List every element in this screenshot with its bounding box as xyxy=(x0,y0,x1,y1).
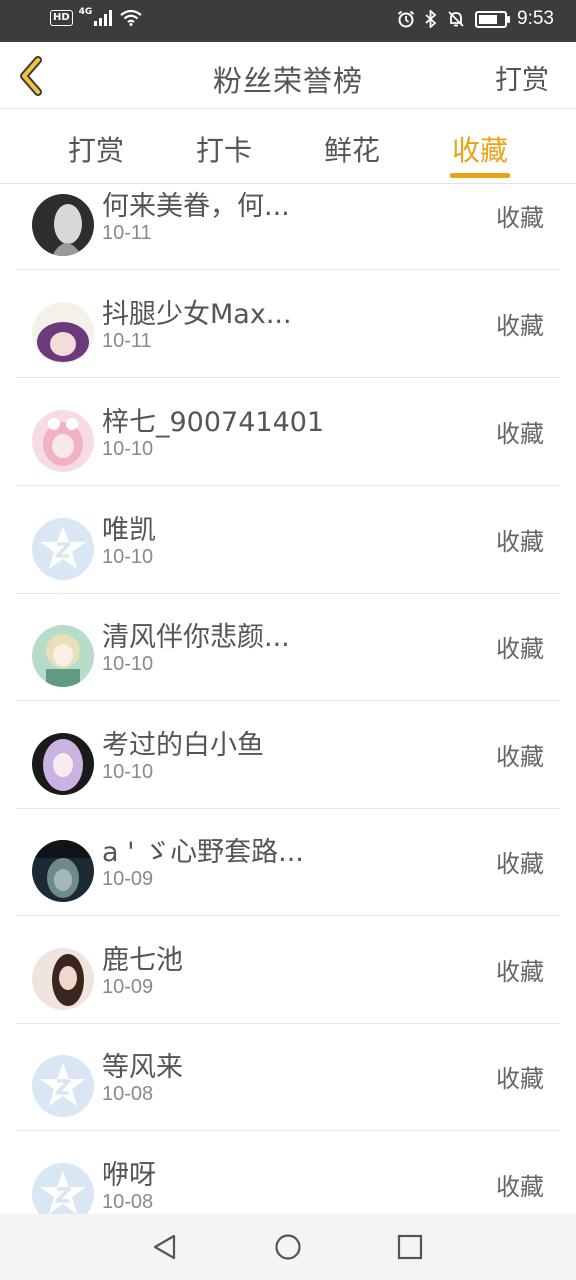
avatar xyxy=(32,1163,94,1214)
tab-reward[interactable]: 打赏 xyxy=(46,129,146,169)
item-type: 收藏 xyxy=(496,743,544,771)
item-type: 收藏 xyxy=(496,312,544,340)
item-date: 10-11 xyxy=(102,222,152,244)
battery-fill xyxy=(479,14,498,24)
list-item[interactable]: 咿呀 10-08 收藏 xyxy=(16,1131,560,1214)
nav-recents-icon[interactable] xyxy=(395,1232,425,1262)
item-date: 10-08 xyxy=(102,1083,154,1105)
tab-favorites[interactable]: 收藏 xyxy=(430,129,530,169)
list-item[interactable]: 清风伴你悲颜... 10-10 收藏 xyxy=(16,593,560,701)
bluetooth-icon xyxy=(425,10,437,28)
item-date: 10-10 xyxy=(102,653,154,675)
user-name: 等风来 xyxy=(102,1052,183,1083)
nav-back-icon[interactable] xyxy=(150,1232,180,1262)
item-date: 10-10 xyxy=(102,546,154,568)
list-item[interactable]: 等风来 10-08 收藏 xyxy=(16,1023,560,1131)
list-item[interactable]: a ' ゞ心野套路... 10-09 收藏 xyxy=(16,808,560,916)
item-type: 收藏 xyxy=(496,635,544,663)
page-title: 粉丝荣誉榜 xyxy=(212,64,363,98)
item-type: 收藏 xyxy=(496,204,544,232)
tab-checkin[interactable]: 打卡 xyxy=(174,129,274,169)
item-date: 10-08 xyxy=(102,1191,154,1213)
user-name: 抖腿少女Max... xyxy=(102,299,292,330)
alarm-icon xyxy=(397,10,415,28)
network-type: 4G xyxy=(78,7,93,17)
mute-icon xyxy=(448,11,464,27)
list-item[interactable]: 考过的白小鱼 10-10 收藏 xyxy=(16,701,560,809)
fan-list: 何来美眷，何... 10-11 收藏 抖腿少女Max... 10-11 收藏 梓… xyxy=(0,184,576,1214)
tab-bar: 打赏 打卡 鲜花 收藏 xyxy=(0,109,576,184)
list-item[interactable]: 何来美眷，何... 10-11 收藏 xyxy=(16,184,560,270)
list-item[interactable]: 鹿七池 10-09 收藏 xyxy=(16,916,560,1024)
clock: 9:53 xyxy=(517,8,554,29)
user-name: 梓七_900741401 xyxy=(102,407,325,438)
user-name: 鹿七池 xyxy=(102,945,183,976)
list-item[interactable]: 抖腿少女Max... 10-11 收藏 xyxy=(16,270,560,378)
item-date: 10-09 xyxy=(102,976,154,998)
item-type: 收藏 xyxy=(496,420,544,448)
item-date: 10-09 xyxy=(102,868,154,890)
active-tab-indicator xyxy=(450,173,510,178)
user-name: a ' ゞ心野套路... xyxy=(102,837,304,868)
user-name: 咿呀 xyxy=(102,1160,156,1191)
item-date: 10-10 xyxy=(102,438,154,460)
item-type: 收藏 xyxy=(496,1065,544,1093)
avatar xyxy=(32,1055,94,1117)
avatar xyxy=(32,302,94,364)
reward-button[interactable]: 打赏 xyxy=(495,58,549,97)
avatar xyxy=(32,733,94,795)
avatar xyxy=(32,948,94,1010)
item-date: 10-11 xyxy=(102,330,152,352)
wifi-icon xyxy=(120,10,143,26)
battery-icon xyxy=(475,10,511,28)
avatar xyxy=(32,840,94,902)
avatar xyxy=(32,410,94,472)
avatar xyxy=(32,518,94,580)
header: 粉丝荣誉榜 打赏 xyxy=(0,42,576,109)
user-name: 唯凯 xyxy=(102,515,156,546)
item-type: 收藏 xyxy=(496,958,544,986)
hd-badge: HD xyxy=(50,10,73,26)
item-date: 10-10 xyxy=(102,761,154,783)
item-type: 收藏 xyxy=(496,1173,544,1201)
signal-icon xyxy=(94,10,113,26)
user-name: 何来美眷，何... xyxy=(102,191,290,222)
item-type: 收藏 xyxy=(496,528,544,556)
system-nav-bar xyxy=(0,1214,576,1280)
status-right: 9:53 xyxy=(397,8,554,30)
avatar xyxy=(32,625,94,687)
avatar xyxy=(32,194,94,256)
nav-home-icon[interactable] xyxy=(273,1232,303,1262)
list-item[interactable]: 梓七_900741401 10-10 收藏 xyxy=(16,378,560,486)
item-type: 收藏 xyxy=(496,850,544,878)
list-item[interactable]: 唯凯 10-10 收藏 xyxy=(16,486,560,594)
status-bar: HD 4G 9:53 xyxy=(0,0,576,42)
tab-flowers[interactable]: 鲜花 xyxy=(302,129,402,169)
user-name: 考过的白小鱼 xyxy=(102,730,264,761)
status-left: HD 4G xyxy=(50,7,143,26)
user-name: 清风伴你悲颜... xyxy=(102,622,290,653)
